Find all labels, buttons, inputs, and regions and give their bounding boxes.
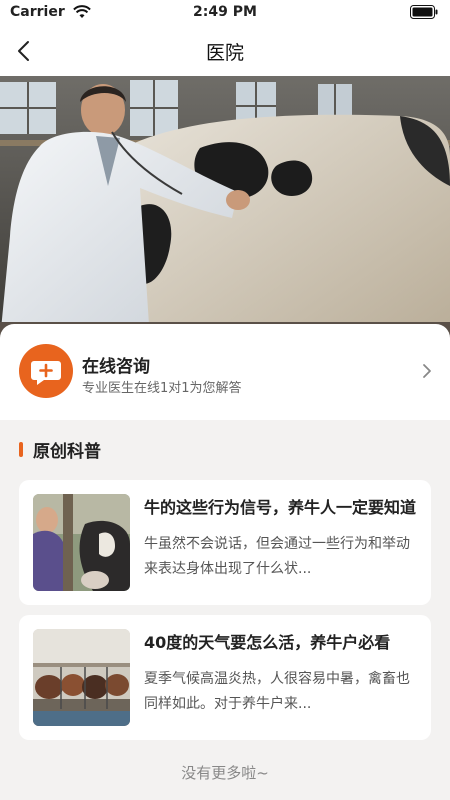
status-time: 2:49 PM (193, 4, 257, 20)
battery-icon (410, 5, 438, 23)
hero-banner-image (0, 76, 450, 340)
no-more-label: 没有更多啦~ (181, 764, 269, 782)
back-arrow-icon (18, 41, 29, 61)
section-title: 原创科普 (33, 442, 101, 462)
article-description: 牛虽然不会说话，但会通过一些行为和举动来表达身体出现了什么状... (144, 536, 410, 577)
article-card[interactable]: 牛的这些行为信号，养牛人一定要知道 牛虽然不会说话，但会通过一些行为和举动来表达… (19, 480, 431, 605)
consult-title: 在线咨询 (82, 357, 150, 377)
back-button[interactable] (12, 38, 38, 64)
page-title: 医院 (205, 41, 244, 64)
article-card[interactable]: 40度的天气要怎么活，养牛户必看 夏季气候高温炎热，人很容易中暑，禽畜也同样如此… (19, 615, 431, 740)
article-description: 夏季气候高温炎热，人很容易中暑，禽畜也同样如此。对于养牛户来... (144, 671, 410, 712)
article-thumbnail-image (33, 494, 130, 591)
status-bar: Carrier 2:49 PM (0, 0, 450, 26)
chevron-right-icon (420, 362, 434, 380)
consult-subtitle: 专业医生在线1对1为您解答 (82, 381, 242, 396)
article-title: 牛的这些行为信号，养牛人一定要知道 (144, 498, 417, 517)
section-accent-bar (19, 442, 23, 457)
nav-bar: 医院 (0, 26, 450, 76)
chat-plus-icon (19, 344, 73, 398)
section-header: 原创科普 (0, 420, 450, 478)
article-thumbnail-image (33, 629, 130, 726)
online-consult-card[interactable]: 在线咨询 专业医生在线1对1为您解答 (0, 324, 450, 420)
article-title: 40度的天气要怎么活，养牛户必看 (144, 633, 391, 652)
